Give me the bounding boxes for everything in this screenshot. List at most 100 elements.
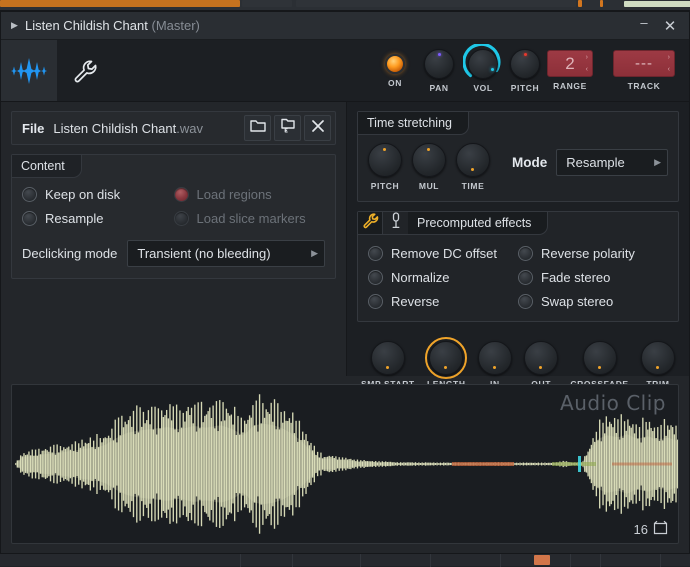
waveform-count: 16 xyxy=(634,520,668,538)
mul-knob[interactable] xyxy=(412,143,446,177)
option-remove-dc-offset[interactable]: Remove DC offset xyxy=(368,246,518,261)
trim-control[interactable]: TRIM xyxy=(641,341,675,389)
range-up-chevron-icon[interactable]: › xyxy=(586,53,588,62)
radio-icon[interactable] xyxy=(368,246,383,261)
file-row: File Listen Childish Chant.wav xyxy=(11,111,336,145)
close-button[interactable]: ✕ xyxy=(657,14,683,38)
radio-icon[interactable] xyxy=(518,270,533,285)
background-playlist-strip-bottom xyxy=(0,552,690,566)
vol-control[interactable]: VOL xyxy=(461,49,505,93)
right-pane: Time stretching PITCH xyxy=(346,102,689,376)
time-control[interactable]: TIME xyxy=(456,143,490,191)
option-label: Reverse polarity xyxy=(541,246,635,261)
range-control[interactable]: 2 › ‹ RANGE xyxy=(545,50,595,91)
clear-file-button[interactable] xyxy=(304,115,331,141)
crossfade-control[interactable]: CROSSFADE xyxy=(570,341,628,389)
mode-row: Mode Resample ▶ xyxy=(512,149,668,176)
content-group: Content Keep on disk Load regions xyxy=(11,154,336,279)
trim-knob[interactable] xyxy=(641,341,675,375)
audio-clip-window: ▶ Listen Childish Chant (Master) – ✕ xyxy=(0,11,690,554)
radio-icon[interactable] xyxy=(22,211,37,226)
time-stretching-title: Time stretching xyxy=(358,112,469,135)
minimize-button[interactable]: – xyxy=(631,14,657,38)
waveform-title: Audio Clip xyxy=(560,391,666,415)
waveform-count-value: 16 xyxy=(634,522,648,537)
option-load-slice-markers: Load slice markers xyxy=(174,211,326,226)
track-label: TRACK xyxy=(628,81,661,91)
radio-icon[interactable] xyxy=(518,246,533,261)
option-label: Normalize xyxy=(391,270,450,285)
declicking-label: Declicking mode xyxy=(22,246,117,261)
length-control[interactable]: LENGTH xyxy=(427,341,466,389)
option-reverse[interactable]: Reverse xyxy=(368,294,518,309)
track-control[interactable]: --- › ‹ TRACK xyxy=(611,50,677,91)
track-down-chevron-icon[interactable]: ‹ xyxy=(668,65,670,74)
open-file-button[interactable] xyxy=(244,115,271,141)
pitch-knob[interactable] xyxy=(510,49,540,79)
waveform-icon xyxy=(11,58,47,84)
track-up-chevron-icon[interactable]: › xyxy=(668,53,670,62)
option-resample[interactable]: Resample xyxy=(22,211,174,226)
microphone-icon xyxy=(389,212,403,234)
pitch-stretch-knob[interactable] xyxy=(368,143,402,177)
track-value-box[interactable]: --- › ‹ xyxy=(613,50,675,77)
pitch-stretch-control[interactable]: PITCH xyxy=(368,143,402,191)
precomputed-wrench-tab[interactable] xyxy=(358,212,383,235)
out-knob[interactable] xyxy=(524,341,558,375)
crossfade-knob[interactable] xyxy=(583,341,617,375)
browse-file-button[interactable] xyxy=(274,115,301,141)
in-knob[interactable] xyxy=(478,341,512,375)
knob-label: TIME xyxy=(462,181,485,191)
smp-start-control[interactable]: SMP START xyxy=(361,341,415,389)
mode-value: Resample xyxy=(566,155,654,170)
on-label: ON xyxy=(388,78,402,88)
mode-dropdown[interactable]: Resample ▶ xyxy=(556,149,668,176)
declicking-dropdown[interactable]: Transient (no bleeding) ▶ xyxy=(127,240,325,267)
range-down-chevron-icon[interactable]: ‹ xyxy=(586,65,588,74)
tab-sample[interactable] xyxy=(1,40,57,101)
option-reverse-polarity[interactable]: Reverse polarity xyxy=(518,246,668,261)
out-control[interactable]: OUT xyxy=(524,341,558,389)
option-label: Load regions xyxy=(197,187,272,202)
radio-icon[interactable] xyxy=(368,294,383,309)
smp-start-knob[interactable] xyxy=(371,341,405,375)
range-value-box[interactable]: 2 › ‹ xyxy=(547,50,593,77)
content-options: Keep on disk Load regions Resample xyxy=(22,187,325,226)
time-stretching-knobs: PITCH MUL xyxy=(368,143,490,191)
pan-label: PAN xyxy=(429,83,448,93)
knob-label: MUL xyxy=(419,181,439,191)
option-fade-stereo[interactable]: Fade stereo xyxy=(518,270,668,285)
mul-control[interactable]: MUL xyxy=(412,143,446,191)
range-label: RANGE xyxy=(553,81,587,91)
vol-knob[interactable] xyxy=(468,49,498,79)
option-label: Fade stereo xyxy=(541,270,610,285)
expand-arrow-icon[interactable]: ▶ xyxy=(11,21,25,30)
pan-knob[interactable] xyxy=(424,49,454,79)
declicking-row: Declicking mode Transient (no bleeding) … xyxy=(22,240,325,267)
track-value: --- xyxy=(635,55,653,72)
precomputed-mic-tab[interactable] xyxy=(383,212,408,235)
time-knob[interactable] xyxy=(456,143,490,177)
radio-icon[interactable] xyxy=(368,270,383,285)
pitch-control[interactable]: PITCH xyxy=(505,49,545,93)
pitch-label: PITCH xyxy=(511,83,540,93)
declicking-value: Transient (no bleeding) xyxy=(137,246,311,261)
length-knob[interactable] xyxy=(429,341,463,375)
pan-control[interactable]: PAN xyxy=(417,49,461,93)
on-led[interactable] xyxy=(385,54,405,74)
option-keep-on-disk[interactable]: Keep on disk xyxy=(22,187,174,202)
radio-icon[interactable] xyxy=(22,187,37,202)
content-title: Content xyxy=(12,155,82,178)
option-swap-stereo[interactable]: Swap stereo xyxy=(518,294,668,309)
option-normalize[interactable]: Normalize xyxy=(368,270,518,285)
option-label: Reverse xyxy=(391,294,439,309)
radio-icon[interactable] xyxy=(518,294,533,309)
mode-label: Mode xyxy=(512,155,547,170)
waveform-display[interactable]: Audio Clip 16 xyxy=(11,384,679,544)
background-playlist-strip-top xyxy=(0,0,690,11)
precomputed-effects-group: Precomputed effects Remove DC offset Rev… xyxy=(357,211,679,322)
tab-tools[interactable] xyxy=(57,40,113,101)
file-name: Listen Childish Chant.wav xyxy=(53,121,241,136)
in-control[interactable]: IN xyxy=(478,341,512,389)
on-control[interactable]: ON xyxy=(373,54,417,88)
